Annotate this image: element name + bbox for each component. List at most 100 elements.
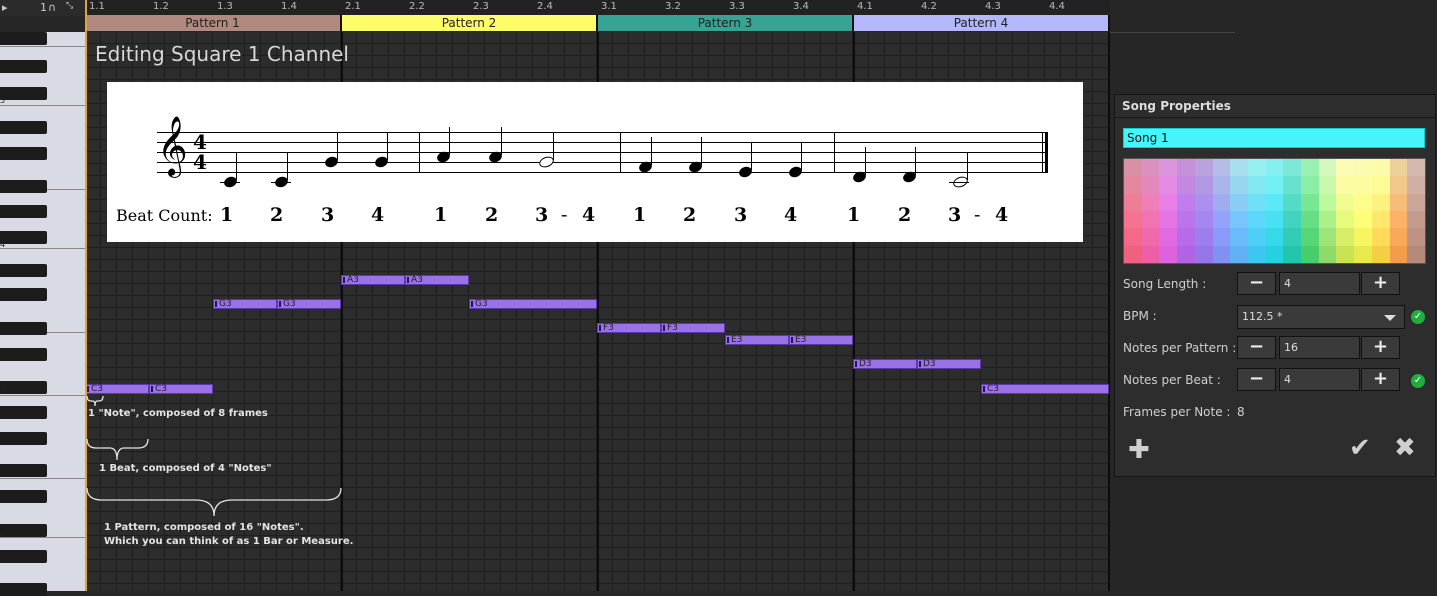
palette-swatch[interactable] [1407, 245, 1425, 263]
confirm-check-icon[interactable]: ✔ [1349, 433, 1371, 463]
cancel-x-icon[interactable]: ✖ [1394, 433, 1416, 463]
palette-swatch[interactable] [1177, 159, 1195, 177]
palette-swatch[interactable] [1283, 193, 1302, 211]
palette-swatch[interactable] [1230, 193, 1248, 211]
palette-swatch[interactable] [1336, 211, 1355, 229]
palette-swatch[interactable] [1265, 211, 1284, 229]
black-key[interactable] [0, 147, 47, 160]
note-block[interactable]: C3 [981, 384, 1109, 394]
black-key[interactable] [0, 490, 47, 503]
palette-swatch[interactable] [1159, 228, 1178, 246]
palette-swatch[interactable] [1124, 159, 1142, 177]
palette-swatch[interactable] [1265, 245, 1284, 263]
palette-swatch[interactable] [1389, 228, 1408, 246]
palette-swatch[interactable] [1265, 159, 1284, 177]
palette-swatch[interactable] [1389, 159, 1408, 177]
pattern-2[interactable]: Pattern 2 [342, 15, 598, 31]
palette-swatch[interactable] [1283, 245, 1302, 263]
palette-swatch[interactable] [1177, 228, 1195, 246]
expand-arrow-icon[interactable]: ▸ [2, 1, 8, 14]
palette-swatch[interactable] [1318, 245, 1337, 263]
notes-per-beat-increment-button[interactable]: + [1361, 368, 1400, 391]
palette-swatch[interactable] [1177, 193, 1195, 211]
black-key[interactable] [0, 406, 47, 419]
palette-swatch[interactable] [1247, 228, 1266, 246]
note-block[interactable]: G3 [277, 299, 341, 309]
black-key[interactable] [0, 264, 47, 277]
palette-swatch[interactable] [1371, 245, 1390, 263]
notes-per-beat-field[interactable]: 4 [1279, 368, 1360, 391]
note-block[interactable]: D3 [917, 359, 981, 369]
pattern-3[interactable]: Pattern 3 [598, 15, 854, 31]
palette-swatch[interactable] [1177, 176, 1195, 194]
palette-swatch[interactable] [1194, 245, 1213, 263]
palette-swatch[interactable] [1336, 159, 1355, 177]
palette-swatch[interactable] [1336, 193, 1355, 211]
palette-swatch[interactable] [1159, 159, 1178, 177]
note-block[interactable]: C3 [85, 384, 149, 394]
palette-swatch[interactable] [1194, 193, 1213, 211]
black-key[interactable] [0, 550, 47, 563]
timeline-ruler[interactable]: 1.1 1.2 1.3 1.4 2.1 2.2 2.3 2.4 3.1 3.2 … [85, 0, 1110, 15]
palette-swatch[interactable] [1247, 245, 1266, 263]
palette-swatch[interactable] [1301, 176, 1319, 194]
note-block[interactable]: A3 [341, 275, 405, 285]
black-key[interactable] [0, 464, 47, 477]
palette-swatch[interactable] [1212, 211, 1231, 229]
palette-swatch[interactable] [1265, 228, 1284, 246]
palette-swatch[interactable] [1407, 228, 1425, 246]
note-block[interactable]: F3 [597, 323, 661, 333]
palette-swatch[interactable] [1124, 176, 1142, 194]
headphones-icon[interactable]: ∩ [48, 1, 56, 14]
palette-swatch[interactable] [1141, 176, 1160, 194]
bpm-select[interactable]: 112.5 * [1237, 305, 1405, 329]
palette-swatch[interactable] [1212, 228, 1231, 246]
palette-swatch[interactable] [1283, 159, 1302, 177]
palette-swatch[interactable] [1318, 211, 1337, 229]
palette-swatch[interactable] [1389, 176, 1408, 194]
black-key[interactable] [0, 432, 47, 445]
palette-swatch[interactable] [1159, 176, 1178, 194]
palette-swatch[interactable] [1301, 228, 1319, 246]
song-length-decrement-button[interactable]: − [1237, 272, 1276, 295]
notes-per-pattern-increment-button[interactable]: + [1361, 336, 1400, 359]
palette-swatch[interactable] [1318, 159, 1337, 177]
palette-swatch[interactable] [1354, 193, 1372, 211]
pattern-1[interactable]: Pattern 1 [85, 15, 342, 31]
palette-swatch[interactable] [1141, 193, 1160, 211]
palette-swatch[interactable] [1212, 245, 1231, 263]
black-key[interactable] [0, 288, 47, 301]
palette-swatch[interactable] [1159, 211, 1178, 229]
palette-swatch[interactable] [1283, 176, 1302, 194]
palette-swatch[interactable] [1212, 159, 1231, 177]
palette-swatch[interactable] [1159, 193, 1178, 211]
note-block[interactable]: D3 [853, 359, 917, 369]
palette-swatch[interactable] [1389, 245, 1408, 263]
palette-swatch[interactable] [1194, 159, 1213, 177]
notes-per-beat-decrement-button[interactable]: − [1237, 368, 1276, 391]
palette-swatch[interactable] [1247, 159, 1266, 177]
palette-swatch[interactable] [1247, 176, 1266, 194]
palette-swatch[interactable] [1194, 211, 1213, 229]
palette-swatch[interactable] [1371, 159, 1390, 177]
palette-swatch[interactable] [1212, 193, 1231, 211]
black-key[interactable] [0, 121, 47, 134]
palette-swatch[interactable] [1124, 228, 1142, 246]
black-key[interactable] [0, 322, 47, 335]
palette-swatch[interactable] [1354, 211, 1372, 229]
palette-swatch[interactable] [1407, 159, 1425, 177]
notes-per-pattern-field[interactable]: 16 [1279, 336, 1360, 359]
note-block[interactable]: F3 [661, 323, 725, 333]
palette-swatch[interactable] [1336, 245, 1355, 263]
palette-swatch[interactable] [1230, 176, 1248, 194]
palette-swatch[interactable] [1124, 211, 1142, 229]
song-length-field[interactable]: 4 [1279, 272, 1360, 295]
palette-swatch[interactable] [1124, 245, 1142, 263]
palette-swatch[interactable] [1371, 228, 1390, 246]
palette-swatch[interactable] [1301, 193, 1319, 211]
palette-swatch[interactable] [1194, 228, 1213, 246]
palette-swatch[interactable] [1407, 193, 1425, 211]
palette-swatch[interactable] [1354, 245, 1372, 263]
palette-swatch[interactable] [1354, 228, 1372, 246]
black-key[interactable] [0, 381, 47, 394]
